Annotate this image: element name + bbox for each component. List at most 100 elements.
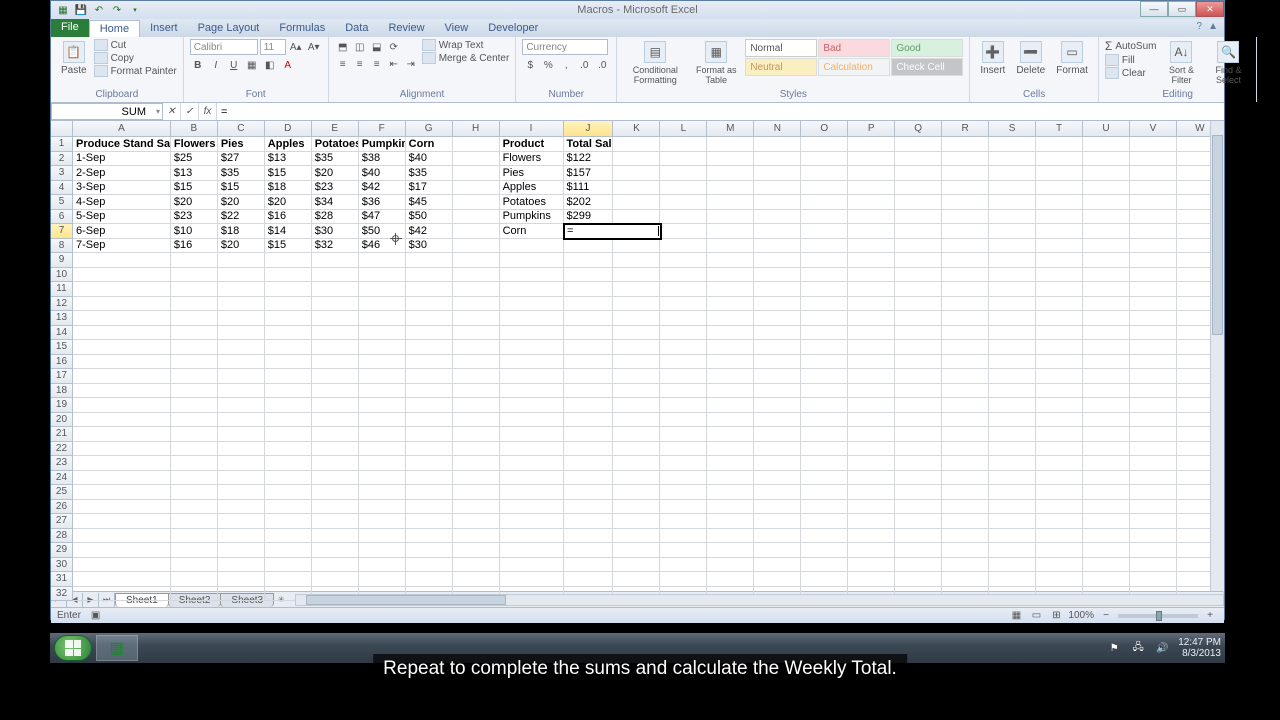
cell-F22[interactable] bbox=[359, 442, 406, 457]
cell-R30[interactable] bbox=[942, 558, 989, 573]
cell-B8[interactable]: $16 bbox=[171, 239, 218, 254]
font-size-combo[interactable]: 11 bbox=[260, 39, 286, 55]
cell-G21[interactable] bbox=[406, 427, 453, 442]
cell-T22[interactable] bbox=[1036, 442, 1083, 457]
cell-S5[interactable] bbox=[989, 195, 1036, 210]
cell-V27[interactable] bbox=[1130, 514, 1177, 529]
cell-A24[interactable] bbox=[73, 471, 171, 486]
row-header-20[interactable]: 20 bbox=[51, 413, 73, 428]
cell-M16[interactable] bbox=[707, 355, 754, 370]
cell-G13[interactable] bbox=[406, 311, 453, 326]
cell-S28[interactable] bbox=[989, 529, 1036, 544]
cell-C30[interactable] bbox=[218, 558, 265, 573]
cell-G16[interactable] bbox=[406, 355, 453, 370]
cell-O4[interactable] bbox=[801, 181, 848, 196]
cell-O24[interactable] bbox=[801, 471, 848, 486]
cell-I9[interactable] bbox=[500, 253, 564, 268]
cell-Q26[interactable] bbox=[895, 500, 942, 515]
cell-S7[interactable] bbox=[989, 224, 1036, 239]
cell-U1[interactable] bbox=[1083, 137, 1130, 152]
cell-A32[interactable] bbox=[73, 587, 171, 602]
style-neutral[interactable]: Neutral bbox=[745, 58, 817, 76]
cell-N31[interactable] bbox=[754, 572, 801, 587]
cell-Q22[interactable] bbox=[895, 442, 942, 457]
cell-A17[interactable] bbox=[73, 369, 171, 384]
cell-K12[interactable] bbox=[613, 297, 660, 312]
cell-Q3[interactable] bbox=[895, 166, 942, 181]
cell-Q5[interactable] bbox=[895, 195, 942, 210]
cell-H25[interactable] bbox=[453, 485, 500, 500]
cell-N26[interactable] bbox=[754, 500, 801, 515]
cell-L20[interactable] bbox=[660, 413, 707, 428]
cell-O25[interactable] bbox=[801, 485, 848, 500]
cell-E19[interactable] bbox=[312, 398, 359, 413]
cell-L19[interactable] bbox=[660, 398, 707, 413]
cell-P21[interactable] bbox=[848, 427, 895, 442]
macro-record-icon[interactable]: ▣ bbox=[91, 610, 100, 621]
cell-M19[interactable] bbox=[707, 398, 754, 413]
row-header-13[interactable]: 13 bbox=[51, 311, 73, 326]
cell-A23[interactable] bbox=[73, 456, 171, 471]
cell-F14[interactable] bbox=[359, 326, 406, 341]
bold-button[interactable]: B bbox=[190, 57, 206, 73]
cell-J3[interactable]: $157 bbox=[564, 166, 614, 181]
cell-N7[interactable] bbox=[754, 224, 801, 239]
cell-T10[interactable] bbox=[1036, 268, 1083, 283]
paste-button[interactable]: 📋 Paste bbox=[57, 39, 91, 78]
cell-A31[interactable] bbox=[73, 572, 171, 587]
cell-R10[interactable] bbox=[942, 268, 989, 283]
column-header-K[interactable]: K bbox=[613, 121, 660, 136]
cell-D25[interactable] bbox=[265, 485, 312, 500]
view-normal-icon[interactable]: ▦ bbox=[1008, 608, 1024, 624]
cell-J5[interactable]: $202 bbox=[564, 195, 614, 210]
cell-T26[interactable] bbox=[1036, 500, 1083, 515]
row-header-3[interactable]: 3 bbox=[51, 166, 73, 181]
cell-U18[interactable] bbox=[1083, 384, 1130, 399]
column-header-S[interactable]: S bbox=[989, 121, 1036, 136]
cell-N23[interactable] bbox=[754, 456, 801, 471]
cell-L12[interactable] bbox=[660, 297, 707, 312]
cell-E9[interactable] bbox=[312, 253, 359, 268]
row-header-7[interactable]: 7 bbox=[51, 224, 73, 239]
cell-V29[interactable] bbox=[1130, 543, 1177, 558]
cell-Q10[interactable] bbox=[895, 268, 942, 283]
cell-R18[interactable] bbox=[942, 384, 989, 399]
cell-T2[interactable] bbox=[1036, 152, 1083, 167]
cell-A4[interactable]: 3-Sep bbox=[73, 181, 171, 196]
cell-O11[interactable] bbox=[801, 282, 848, 297]
cell-K10[interactable] bbox=[613, 268, 660, 283]
row-header-5[interactable]: 5 bbox=[51, 195, 73, 210]
minimize-button[interactable]: — bbox=[1140, 1, 1168, 17]
cell-E21[interactable] bbox=[312, 427, 359, 442]
cell-M11[interactable] bbox=[707, 282, 754, 297]
tab-review[interactable]: Review bbox=[378, 20, 434, 37]
row-header-9[interactable]: 9 bbox=[51, 253, 73, 268]
cell-L27[interactable] bbox=[660, 514, 707, 529]
style-check-cell[interactable]: Check Cell bbox=[891, 58, 963, 76]
cell-K15[interactable] bbox=[613, 340, 660, 355]
cell-R22[interactable] bbox=[942, 442, 989, 457]
cell-M5[interactable] bbox=[707, 195, 754, 210]
cell-C24[interactable] bbox=[218, 471, 265, 486]
align-right-icon[interactable]: ≡ bbox=[369, 56, 385, 72]
cell-F12[interactable] bbox=[359, 297, 406, 312]
cell-V18[interactable] bbox=[1130, 384, 1177, 399]
cell-A8[interactable]: 7-Sep bbox=[73, 239, 171, 254]
cell-C2[interactable]: $27 bbox=[218, 152, 265, 167]
cell-A13[interactable] bbox=[73, 311, 171, 326]
cell-P9[interactable] bbox=[848, 253, 895, 268]
cell-T9[interactable] bbox=[1036, 253, 1083, 268]
cell-B7[interactable]: $10 bbox=[171, 224, 218, 239]
cell-E4[interactable]: $23 bbox=[312, 181, 359, 196]
cell-U25[interactable] bbox=[1083, 485, 1130, 500]
style-good[interactable]: Good bbox=[891, 39, 963, 57]
cell-O5[interactable] bbox=[801, 195, 848, 210]
cell-L13[interactable] bbox=[660, 311, 707, 326]
row-header-2[interactable]: 2 bbox=[51, 152, 73, 167]
currency-icon[interactable]: $ bbox=[522, 57, 538, 73]
cell-K19[interactable] bbox=[613, 398, 660, 413]
cell-L6[interactable] bbox=[660, 210, 707, 225]
row-header-30[interactable]: 30 bbox=[51, 558, 73, 573]
cell-O1[interactable] bbox=[801, 137, 848, 152]
cell-G5[interactable]: $45 bbox=[406, 195, 453, 210]
